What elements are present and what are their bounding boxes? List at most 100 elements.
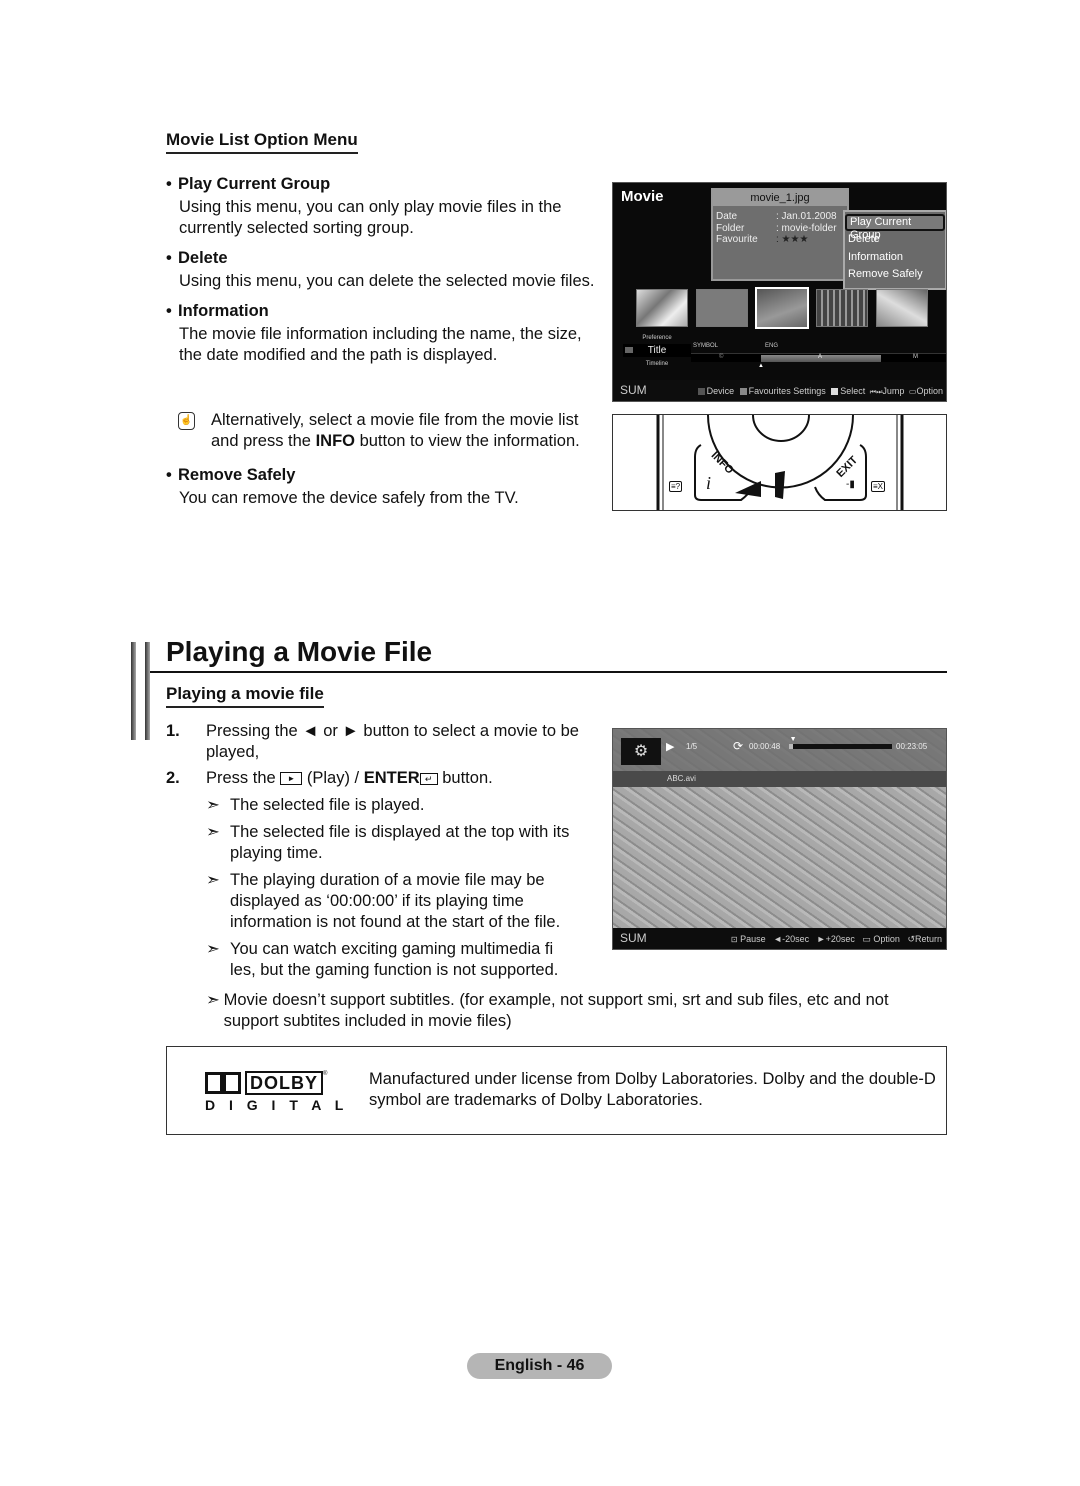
remote-drawing [656, 415, 904, 510]
tools-icon: ▭ [862, 934, 871, 944]
arrow-bullet-icon: ➣ [206, 823, 220, 841]
step-number: 2. [166, 769, 180, 787]
info-row-date: Date: Jan.01.2008 [716, 211, 837, 222]
section-side-bar [131, 642, 136, 740]
footer-select[interactable]: Select [840, 386, 865, 396]
remote-illustration: INFO i EXIT -▮ ≡? ≡X [612, 414, 947, 511]
play-state-icon: ▶ [666, 741, 675, 753]
file-name: movie_1.jpg [713, 190, 847, 206]
thumbnail-1[interactable] [636, 289, 688, 327]
arrow-bullet-icon: ➣ [206, 871, 220, 889]
item-text: Using this menu, you can delete the sele… [179, 272, 595, 290]
total-time: 00:23:05 [896, 742, 928, 751]
footer-device[interactable]: Device [707, 386, 735, 396]
thumbnail-2[interactable] [696, 289, 748, 327]
note-bold: INFO [315, 432, 355, 450]
dolby-license-text: Manufactured under license from Dolby La… [369, 1070, 936, 1109]
thumbnail-3-selected[interactable] [755, 287, 809, 329]
note-item: ➣ You can watch exciting gaming multimedi… [206, 940, 559, 979]
screen-footer: SUM Device Favourites Settings Select ⏮⏭… [613, 380, 946, 401]
menu-item-play-current-group[interactable]: Play Current Group [845, 214, 945, 241]
sort-prev: Preference [642, 335, 672, 341]
step-number: 1. [166, 722, 180, 740]
note-text-end: button to view the information. [355, 432, 580, 450]
thumbnail-5[interactable] [876, 289, 928, 327]
note-item: ➣ The selected file is displayed at the t… [206, 823, 570, 862]
option-item-remove-safely: • Remove Safely You can remove the device… [166, 466, 606, 509]
play-button-icon: ► [280, 772, 303, 786]
menu-item-delete[interactable]: Delete [845, 231, 945, 249]
step-2: 2. Press the ► (Play) / ENTER ↵ button. [166, 769, 493, 787]
menu-item-information[interactable]: Information [845, 249, 945, 267]
progress-bar[interactable] [789, 744, 892, 749]
footer-rewind[interactable]: -20sec [782, 934, 809, 944]
subheading-wrap: Playing a movie file [166, 684, 324, 708]
exit-door-icon: -▮ [846, 479, 855, 490]
playing-file-name: ABC.avi [667, 774, 696, 783]
arrow-bullet-icon: ➣ [206, 991, 220, 1009]
footer-pause[interactable]: Pause [740, 934, 766, 944]
arrow-bullet-icon: ➣ [206, 940, 220, 958]
option-menu-section: Movie List Option Menu [166, 130, 358, 154]
section-side-bar-2 [145, 642, 150, 740]
footer-option[interactable]: Option [873, 934, 900, 944]
footer-forward[interactable]: +20sec [826, 934, 855, 944]
item-title: Information [178, 302, 269, 320]
source-label: SUM [620, 931, 647, 945]
sort-selector[interactable]: Preference Title Timeline [623, 335, 691, 380]
footer-favourites[interactable]: Favourites Settings [749, 386, 826, 396]
item-title: Play Current Group [178, 175, 331, 193]
note-item: ➣ The selected file is played. [206, 796, 425, 814]
item-text: The movie file information including the… [179, 325, 582, 364]
skip-buttons-icon: ⏮⏭ [869, 389, 883, 396]
red-button-icon [697, 388, 705, 396]
exit-help-icon: ≡X [871, 481, 886, 492]
progress-marker-icon[interactable]: ▼ [790, 736, 797, 743]
player-footer: SUM ⊡ Pause ◄-20sec ►+20sec ▭ Option ↺Re… [613, 928, 946, 949]
footer-option[interactable]: Option [916, 386, 943, 396]
rewind-icon: ◄ [773, 934, 783, 944]
section-subheading: Playing a movie file [166, 684, 324, 708]
index-bar[interactable]: © A M [691, 353, 946, 362]
source-label: SUM [620, 383, 647, 397]
index-symbol-label: SYMBOL [693, 343, 719, 349]
item-text: You can remove the device safely from th… [179, 489, 519, 507]
option-menu-list: • Play Current Group Using this menu, you… [166, 175, 606, 376]
enter-icon: ⊡ [730, 935, 738, 944]
footer-return[interactable]: Return [915, 934, 942, 944]
dolby-digital-text: D I G I T A L [205, 1097, 349, 1113]
green-button-icon [739, 388, 747, 396]
section-title-rule [150, 671, 947, 673]
thumbnail-4[interactable] [816, 289, 868, 327]
step-1: 1. Pressing the ◄ or ► button to select … [166, 721, 586, 763]
option-popup-menu: Play Current Group Delete Information Re… [843, 210, 946, 290]
enter-icon: ↵ [419, 772, 438, 785]
info-help-icon: ≡? [669, 481, 683, 492]
movie-player-screen: ⚙ ▶ 1/5 ⟳ 00:00:48 ▼ 00:23:05 ABC.avi SU… [612, 728, 947, 950]
info-row-folder: Folder: movie-folder [716, 222, 837, 234]
return-icon: ↺ [907, 934, 915, 944]
option-item-play-current-group: • Play Current Group Using this menu, you… [166, 175, 606, 239]
option-item-delete: • Delete Using this menu, you can delete … [166, 249, 606, 292]
dolby-logo: DOLBY ® D I G I T A L [205, 1071, 349, 1113]
note-item-subtitles: ➣ Movie doesn’t support subtitles. (for e… [206, 991, 889, 1030]
item-title: Delete [178, 249, 228, 267]
info-note: ☝ Alternatively, select a movie file fro… [178, 410, 598, 452]
menu-item-remove-safely[interactable]: Remove Safely [845, 266, 945, 284]
sort-icon [625, 347, 633, 353]
yellow-button-icon [831, 388, 839, 396]
dolby-notice-box: DOLBY ® D I G I T A L Manufactured under… [166, 1046, 947, 1135]
footer-jump[interactable]: Jump [882, 386, 904, 396]
filename-bar: ABC.avi [613, 771, 946, 787]
notes-list: ➣ The selected file is played. ➣ The selec… [166, 795, 586, 981]
arrow-bullet-icon: ➣ [206, 796, 220, 814]
steps-list: 1. Pressing the ◄ or ► button to select … [166, 721, 586, 987]
movie-list-screen: Movie movie_1.jpg Date: Jan.01.2008 Fold… [612, 182, 947, 402]
option-item-information: • Information The movie file information … [166, 302, 606, 366]
option-menu-heading: Movie List Option Menu [166, 130, 358, 154]
elapsed-time: 00:00:48 [749, 742, 781, 751]
section-title: Playing a Movie File [166, 636, 433, 667]
file-info-panel: movie_1.jpg Date: Jan.01.2008 Folder: mo… [711, 188, 849, 281]
double-d-icon [205, 1072, 241, 1094]
step-text: Pressing the ◄ or ► button to select a m… [206, 722, 579, 761]
